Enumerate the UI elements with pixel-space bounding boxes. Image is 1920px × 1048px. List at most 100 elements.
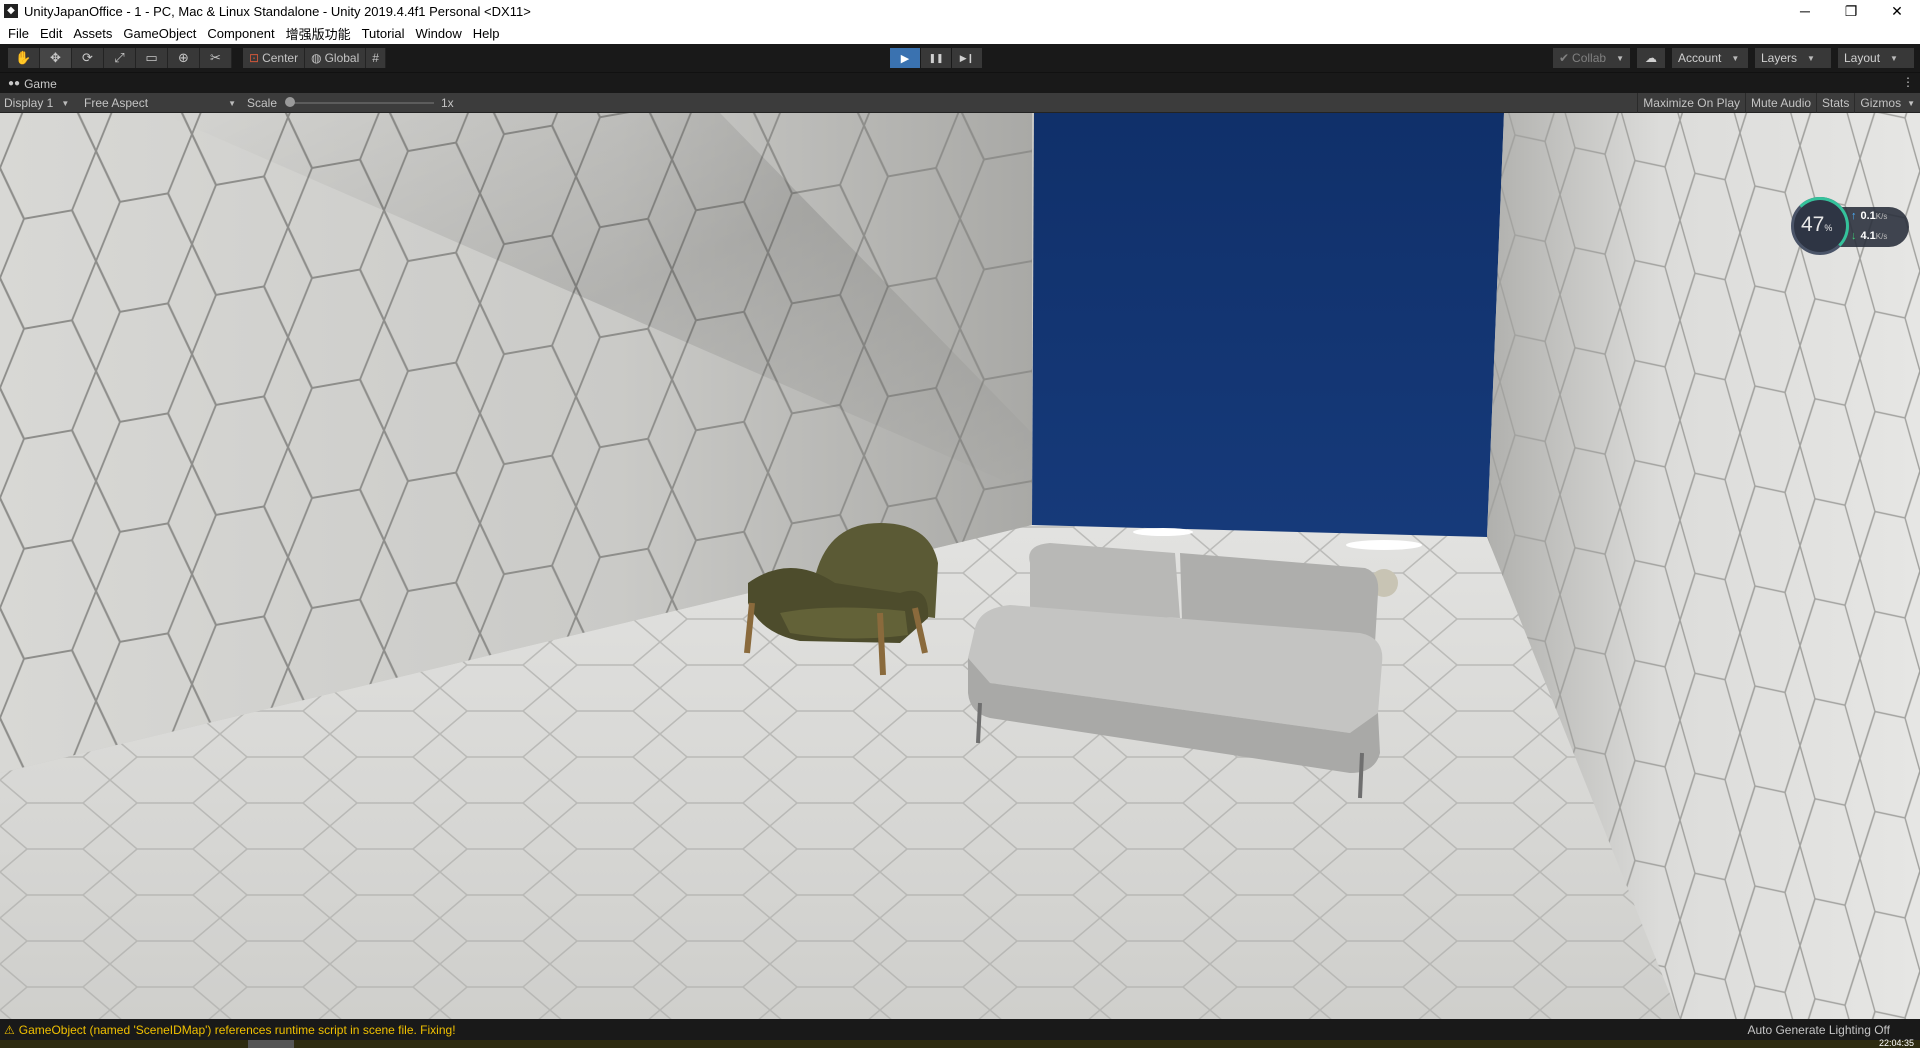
aspect-label: Free Aspect — [84, 96, 149, 110]
layers-label: Layers — [1761, 51, 1798, 65]
close-button[interactable]: ✕ — [1874, 0, 1920, 22]
display-dropdown[interactable]: Display 1 ▼ — [4, 93, 69, 113]
back-wall — [1032, 113, 1504, 537]
menu-assets[interactable]: Assets — [69, 26, 119, 41]
play-controls: ▶ ❚❚ ▶❙ — [890, 48, 982, 68]
lighting-status[interactable]: Auto Generate Lighting Off — [1747, 1023, 1890, 1037]
gizmos-dropdown[interactable]: Gizmos ▼ — [1854, 93, 1920, 113]
tab-game-label: Game — [24, 76, 57, 91]
download-unit: K/s — [1875, 232, 1888, 241]
clock: 22:04:35 — [1878, 1038, 1914, 1048]
rotate-tool-icon[interactable]: ⟳ — [72, 48, 104, 68]
pivot-tools: ⊡ Center ◍ Global # — [243, 48, 386, 68]
account-label: Account — [1678, 51, 1722, 65]
menu-enhanced[interactable]: 增强版功能 — [282, 24, 358, 43]
download-value: 4.1 — [1860, 230, 1876, 242]
scale-tool-icon[interactable]: ⤢ — [104, 48, 136, 68]
menu-bar: File Edit Assets GameObject Component 增强… — [0, 22, 1920, 44]
layers-dropdown[interactable]: Layers ▼ — [1755, 48, 1831, 68]
pivot-center-label: Center — [262, 51, 299, 65]
check-icon: ✔ — [1558, 51, 1570, 65]
maximize-on-play-toggle[interactable]: Maximize On Play — [1637, 93, 1745, 113]
cloud-icon[interactable]: ☁ — [1637, 48, 1665, 68]
mute-audio-toggle[interactable]: Mute Audio — [1745, 93, 1816, 113]
chevron-down-icon: ▼ — [1890, 53, 1898, 63]
cpu-percent-value: 47 — [1801, 213, 1825, 236]
main-toolbar: ✋ ✥ ⟳ ⤢ ▭ ⊕ ✂ ⊡ Center ◍ Global # ▶ ❚❚ ▶… — [0, 44, 1920, 72]
scale-slider-thumb[interactable] — [285, 97, 295, 107]
chevron-down-icon: ▼ — [1807, 53, 1815, 63]
transform-tool-icon[interactable]: ⊕ — [168, 48, 200, 68]
step-icon[interactable]: ▶❙ — [952, 48, 982, 68]
menu-tutorial[interactable]: Tutorial — [358, 26, 412, 41]
pivot-icon: ⊡ — [249, 51, 260, 65]
upload-value: 0.1 — [1860, 210, 1876, 222]
tab-game[interactable]: ●● Game — [0, 73, 65, 94]
custom-tool-icon[interactable]: ✂ — [200, 48, 232, 68]
menu-component[interactable]: Component — [203, 26, 281, 41]
chevron-down-icon: ▼ — [228, 98, 236, 108]
globe-icon: ◍ — [311, 51, 322, 65]
collab-dropdown[interactable]: ✔ Collab ▼ — [1552, 48, 1630, 68]
collab-label: Collab — [1572, 51, 1607, 65]
game-tab-bar: ●● Game ⋮ — [0, 72, 1920, 93]
chevron-down-icon: ▼ — [1907, 98, 1915, 108]
unity-icon: ◆ — [4, 4, 18, 18]
aspect-dropdown[interactable]: Free Aspect ▼ — [84, 93, 236, 113]
cpu-percent: 47% — [1801, 213, 1832, 237]
chevron-down-icon: ▼ — [1731, 53, 1740, 63]
layout-dropdown[interactable]: Layout ▼ — [1838, 48, 1914, 68]
transform-tools: ✋ ✥ ⟳ ⤢ ▭ ⊕ ✂ — [8, 48, 232, 68]
stats-toggle[interactable]: Stats — [1816, 93, 1854, 113]
gizmos-label: Gizmos — [1860, 96, 1902, 110]
play-icon[interactable]: ▶ — [890, 48, 920, 68]
game-view-toolbar: Display 1 ▼ Free Aspect ▼ Scale 1x Maxim… — [0, 93, 1920, 113]
window-controls: ─ ❐ ✕ — [1782, 0, 1920, 22]
move-tool-icon[interactable]: ✥ — [40, 48, 72, 68]
taskbar-item[interactable] — [248, 1040, 294, 1048]
grid-snap-icon[interactable]: # — [366, 48, 386, 68]
account-dropdown[interactable]: Account ▼ — [1672, 48, 1748, 68]
floor-light — [1133, 528, 1193, 536]
scale-label: Scale — [247, 96, 278, 110]
right-toolbar: ✔ Collab ▼ ☁ Account ▼ Layers ▼ Layout ▼ — [1552, 48, 1914, 68]
arrow-down-icon: ↓ — [1851, 230, 1857, 242]
warning-icon: ⚠ — [4, 1022, 15, 1037]
tab-menu-icon[interactable]: ⋮ — [1902, 75, 1914, 89]
percent-sign: % — [1824, 223, 1833, 233]
download-rate: ↓ 4.1K/s — [1851, 230, 1887, 242]
window-title: UnityJapanOffice - 1 - PC, Mac & Linux S… — [24, 3, 531, 19]
menu-edit[interactable]: Edit — [36, 26, 69, 41]
restore-button[interactable]: ❐ — [1828, 0, 1874, 22]
layout-label: Layout — [1844, 51, 1881, 65]
menu-gameobject[interactable]: GameObject — [119, 26, 203, 41]
gamepad-icon: ●● — [8, 78, 21, 89]
scale-slider-track[interactable] — [287, 102, 434, 104]
chevron-down-icon: ▼ — [61, 98, 70, 108]
display-label: Display 1 — [4, 96, 54, 110]
scale-value: 1x — [441, 96, 454, 110]
scene-render — [0, 113, 1920, 1019]
status-bar[interactable]: ⚠ GameObject (named 'SceneIDMap') refere… — [0, 1019, 1920, 1040]
pivot-global-button[interactable]: ◍ Global — [305, 48, 367, 68]
menu-file[interactable]: File — [4, 26, 36, 41]
arrow-up-icon: ↑ — [1851, 210, 1857, 222]
title-bar: ◆ UnityJapanOffice - 1 - PC, Mac & Linux… — [0, 0, 1920, 22]
performance-monitor: 47% ↑ 0.1K/s ↓ 4.1K/s — [1791, 197, 1911, 255]
upload-rate: ↑ 0.1K/s — [1851, 210, 1887, 222]
pause-icon[interactable]: ❚❚ — [921, 48, 951, 68]
taskbar-strip: 22:04:35 — [0, 1038, 1920, 1048]
menu-window[interactable]: Window — [411, 26, 468, 41]
game-view-options: Maximize On Play Mute Audio Stats Gizmos… — [1637, 93, 1920, 113]
rect-tool-icon[interactable]: ▭ — [136, 48, 168, 68]
upload-unit: K/s — [1875, 212, 1888, 221]
console-message[interactable]: GameObject (named 'SceneIDMap') referenc… — [19, 1023, 456, 1037]
game-viewport[interactable]: 47% ↑ 0.1K/s ↓ 4.1K/s — [0, 113, 1920, 1019]
pivot-global-label: Global — [324, 51, 360, 65]
menu-help[interactable]: Help — [469, 26, 507, 41]
hand-tool-icon[interactable]: ✋ — [8, 48, 40, 68]
minimize-button[interactable]: ─ — [1782, 0, 1828, 22]
floor-light — [1346, 540, 1422, 550]
chevron-down-icon: ▼ — [1616, 53, 1624, 63]
pivot-center-button[interactable]: ⊡ Center — [243, 48, 306, 68]
